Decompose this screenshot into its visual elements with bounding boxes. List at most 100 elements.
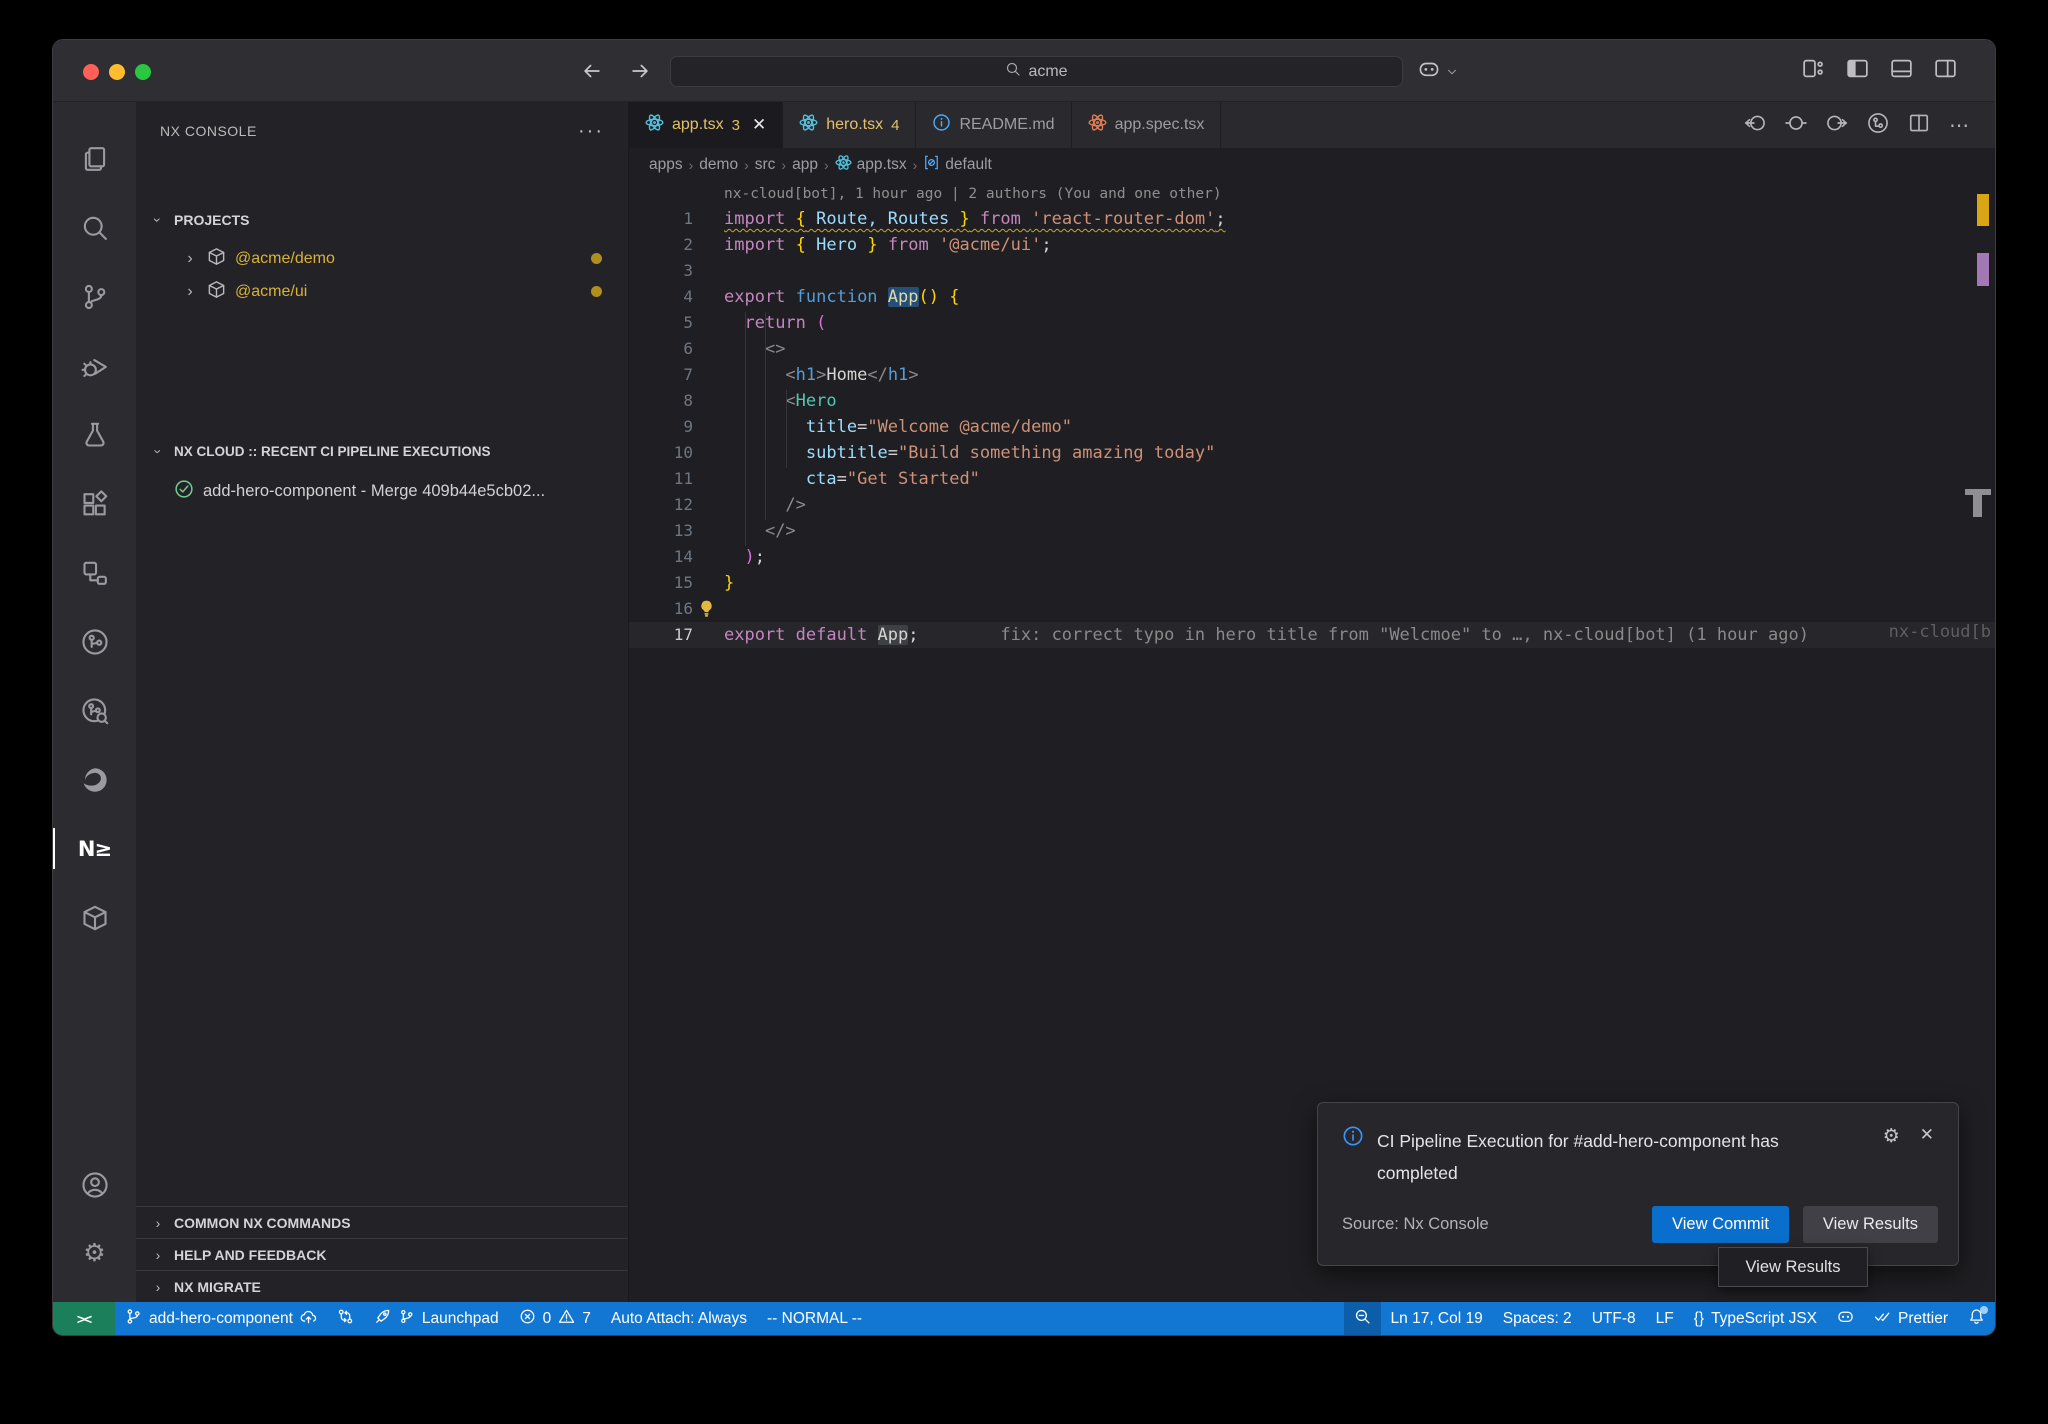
line-number: 12 bbox=[629, 492, 724, 518]
statusbar-auto-attach[interactable]: Auto Attach: Always bbox=[601, 1302, 757, 1335]
tab-app.spec.tsx[interactable]: app.spec.tsx bbox=[1072, 102, 1222, 148]
rocket-icon bbox=[374, 1308, 391, 1330]
code-line-10[interactable]: 10 subtitle="Build something amazing tod… bbox=[629, 440, 1995, 466]
statusbar-notifications-bell[interactable] bbox=[1958, 1302, 1995, 1335]
tab-hero.tsx[interactable]: hero.tsx4 bbox=[783, 102, 916, 148]
projects-section-header[interactable]: › PROJECTS bbox=[150, 212, 249, 228]
activity-accounts[interactable] bbox=[53, 1150, 136, 1219]
more-icon[interactable]: ⋯ bbox=[1949, 113, 1969, 138]
notification-close-icon[interactable]: ✕ bbox=[1920, 1125, 1934, 1190]
tab-README.md[interactable]: README.md bbox=[916, 102, 1071, 148]
panel-bottom-icon[interactable] bbox=[1890, 57, 1913, 85]
statusbar-encoding[interactable]: UTF-8 bbox=[1582, 1302, 1646, 1335]
code-line-3[interactable]: 3 bbox=[629, 258, 1995, 284]
maximize-window-button[interactable] bbox=[135, 64, 151, 80]
activity-references[interactable] bbox=[53, 538, 136, 607]
breadcrumb-demo[interactable]: demo bbox=[699, 156, 738, 174]
remote-indicator[interactable]: >< bbox=[53, 1302, 115, 1335]
code-line-7[interactable]: 7 <h1>Home</h1> bbox=[629, 362, 1995, 388]
project-item-@acme/ui[interactable]: ›@acme/ui bbox=[136, 275, 628, 308]
nx-cloud-section-header[interactable]: › NX CLOUD :: RECENT CI PIPELINE EXECUTI… bbox=[150, 444, 491, 459]
code-line-1[interactable]: 1import { Route, Routes } from 'react-ro… bbox=[629, 206, 1995, 232]
statusbar-git-branch[interactable]: add-hero-component bbox=[115, 1302, 327, 1335]
statusbar-formatter[interactable]: Prettier bbox=[1864, 1302, 1958, 1335]
breadcrumb-separator: › bbox=[781, 157, 786, 173]
code-line-11[interactable]: 11 cta="Get Started" bbox=[629, 466, 1995, 492]
tab-app.tsx[interactable]: app.tsx3✕ bbox=[629, 102, 783, 148]
activity-edge-tools[interactable] bbox=[53, 745, 136, 814]
statusbar-indentation[interactable]: Spaces: 2 bbox=[1493, 1302, 1582, 1335]
line-number: 5 bbox=[629, 310, 724, 336]
section-help-and-feedback[interactable]: ›HELP AND FEEDBACK bbox=[136, 1238, 628, 1270]
statusbar-copilot-status[interactable] bbox=[1827, 1302, 1864, 1335]
breadcrumb-apps[interactable]: apps bbox=[649, 156, 683, 174]
statusbar-zoom-indicator[interactable] bbox=[1344, 1302, 1381, 1335]
copilot-menu[interactable] bbox=[1418, 58, 1460, 85]
line-number: 8 bbox=[629, 388, 724, 414]
statusbar-vim-mode[interactable]: -- NORMAL -- bbox=[757, 1302, 872, 1335]
view-results-button[interactable]: View Results bbox=[1803, 1206, 1938, 1243]
line-number: 10 bbox=[629, 440, 724, 466]
activity-explorer[interactable] bbox=[53, 124, 136, 193]
command-center-search[interactable]: acme bbox=[670, 56, 1403, 87]
panel-left-icon[interactable] bbox=[1846, 57, 1869, 85]
statusbar-eol[interactable]: LF bbox=[1646, 1302, 1684, 1335]
code-line-12[interactable]: 12 /> bbox=[629, 492, 1995, 518]
activity-source-control[interactable] bbox=[53, 262, 136, 331]
info-icon bbox=[932, 113, 951, 137]
breadcrumb-app[interactable]: app bbox=[792, 156, 818, 174]
status-bar: >< add-hero-component Launchpad07Auto Att… bbox=[53, 1302, 1995, 1335]
split-editor-icon[interactable] bbox=[1908, 112, 1930, 139]
code-line-9[interactable]: 9 title="Welcome @acme/demo" bbox=[629, 414, 1995, 440]
breadcrumb-src[interactable]: src bbox=[755, 156, 776, 174]
notification-dot bbox=[1980, 1306, 1988, 1314]
graph-run-icon[interactable] bbox=[1867, 112, 1889, 139]
nav-back-circle-icon[interactable] bbox=[1744, 112, 1766, 139]
statusbar-cursor-position[interactable]: Ln 17, Col 19 bbox=[1381, 1302, 1493, 1335]
code-line-8[interactable]: 8 <Hero bbox=[629, 388, 1995, 414]
code-line-13[interactable]: 13 </> bbox=[629, 518, 1995, 544]
minimize-window-button[interactable] bbox=[109, 64, 125, 80]
section-nx-migrate[interactable]: ›NX MIGRATE bbox=[136, 1270, 628, 1302]
activity-search-commits[interactable] bbox=[53, 676, 136, 745]
layout-customize-icon[interactable] bbox=[1802, 57, 1825, 85]
activity-nx-console[interactable]: N≥ bbox=[53, 814, 136, 883]
pipeline-execution-item[interactable]: add-hero-component - Merge 409b44e5cb02.… bbox=[136, 475, 628, 508]
breadcrumb-app.tsx[interactable]: app.tsx bbox=[835, 154, 907, 176]
statusbar-problems[interactable]: 07 bbox=[509, 1302, 601, 1335]
section-common-nx-commands[interactable]: ›COMMON NX COMMANDS bbox=[136, 1206, 628, 1238]
code-line-17[interactable]: 17export default App; fix: correct typo … bbox=[629, 622, 1995, 648]
statusbar-language-mode[interactable]: {}TypeScript JSX bbox=[1684, 1302, 1827, 1335]
copilot-icon bbox=[1837, 1308, 1854, 1330]
notification-settings-gear-icon[interactable]: ⚙ bbox=[1883, 1125, 1900, 1190]
activity-testing[interactable] bbox=[53, 400, 136, 469]
activity-search[interactable] bbox=[53, 193, 136, 262]
sidebar-more-actions-button[interactable]: ··· bbox=[578, 120, 604, 143]
nav-circle-icon[interactable] bbox=[1785, 112, 1807, 139]
activity-package-explorer[interactable] bbox=[53, 883, 136, 952]
close-tab-icon[interactable]: ✕ bbox=[752, 115, 766, 135]
history-back-button[interactable] bbox=[578, 57, 606, 85]
breadcrumb-default[interactable]: default bbox=[923, 154, 992, 176]
line-number: 4 bbox=[629, 284, 724, 310]
code-line-16[interactable]: 16 bbox=[629, 596, 1995, 622]
activity-settings[interactable]: ⚙ bbox=[53, 1219, 136, 1288]
code-line-4[interactable]: 4export function App() { bbox=[629, 284, 1995, 310]
close-window-button[interactable] bbox=[83, 64, 99, 80]
code-line-14[interactable]: 14 ); bbox=[629, 544, 1995, 570]
activity-extensions[interactable] bbox=[53, 469, 136, 538]
statusbar-git-compare[interactable] bbox=[327, 1302, 364, 1335]
panel-right-icon[interactable] bbox=[1934, 57, 1957, 85]
view-commit-button[interactable]: View Commit bbox=[1652, 1206, 1789, 1243]
code-line-6[interactable]: 6 <> bbox=[629, 336, 1995, 362]
code-line-15[interactable]: 15} bbox=[629, 570, 1995, 596]
history-forward-button[interactable] bbox=[626, 57, 654, 85]
activity-run-debug[interactable] bbox=[53, 331, 136, 400]
statusbar-launchpad[interactable]: Launchpad bbox=[364, 1302, 509, 1335]
nav-forward-circle-icon[interactable] bbox=[1826, 112, 1848, 139]
project-item-@acme/demo[interactable]: ›@acme/demo bbox=[136, 242, 628, 275]
code-line-2[interactable]: 2import { Hero } from '@acme/ui'; bbox=[629, 232, 1995, 258]
code-line-5[interactable]: 5 return ( bbox=[629, 310, 1995, 336]
activity-commit-graph[interactable] bbox=[53, 607, 136, 676]
zoom-out-icon bbox=[1354, 1308, 1371, 1330]
